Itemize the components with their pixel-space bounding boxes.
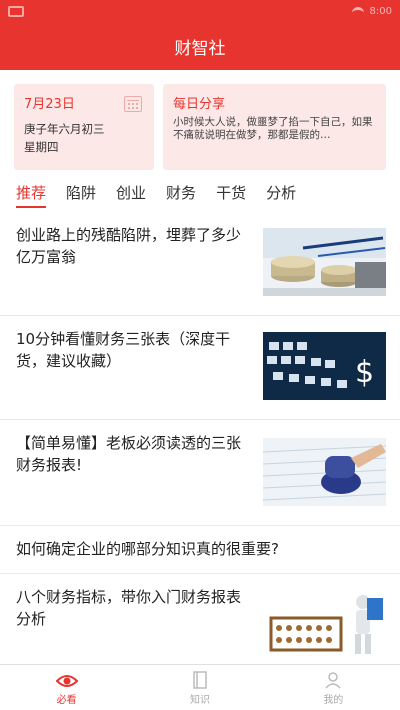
notification-icon bbox=[8, 5, 24, 17]
status-bar: 8:00 bbox=[0, 0, 400, 22]
tab-finance[interactable]: 财务 bbox=[166, 182, 196, 208]
lunar-date: 庚子年六月初三 bbox=[24, 122, 105, 136]
tab-traps[interactable]: 陷阱 bbox=[66, 182, 96, 208]
tab-startup[interactable]: 创业 bbox=[116, 182, 146, 208]
info-cards: 7月23日 庚子年六月初三 星期四 每日分享 小时候大人说，做噩梦了掐一下自己，… bbox=[14, 84, 386, 170]
wifi-icon bbox=[351, 6, 364, 16]
date-card[interactable]: 7月23日 庚子年六月初三 星期四 bbox=[14, 84, 154, 170]
nav-label: 知识 bbox=[189, 695, 210, 706]
status-right: 8:00 bbox=[351, 5, 392, 17]
article-image-dollar: $ bbox=[263, 332, 386, 400]
calendar-icon bbox=[124, 96, 142, 112]
article-image-stamp bbox=[263, 438, 386, 506]
user-icon bbox=[325, 672, 341, 689]
list-item[interactable]: 【简单易懂】老板必须读透的三张财务报表! bbox=[0, 420, 400, 526]
nav-profile[interactable]: 我的 bbox=[267, 665, 400, 710]
article-title: 创业路上的残酷陷阱，埋葬了多少亿万富翁 bbox=[16, 226, 242, 266]
nav-label: 必看 bbox=[56, 695, 77, 706]
category-tabs: 推荐 陷阱 创业 财务 干货 分析 bbox=[16, 182, 316, 208]
article-image-coins bbox=[263, 228, 386, 296]
article-title: 【简单易懂】老板必须读透的三张财务报表! bbox=[16, 434, 242, 474]
weekday: 星期四 bbox=[24, 140, 59, 154]
tab-recommend[interactable]: 推荐 bbox=[16, 182, 47, 208]
svg-text:$: $ bbox=[355, 355, 374, 390]
page-title: 财智社 bbox=[174, 38, 226, 59]
list-item[interactable]: 如何确定企业的哪部分知识真的很重要? bbox=[0, 526, 400, 574]
status-time: 8:00 bbox=[369, 5, 392, 17]
share-title: 每日分享 bbox=[173, 97, 226, 112]
tab-tips[interactable]: 干货 bbox=[216, 182, 246, 208]
list-item[interactable]: 创业路上的残酷陷阱，埋葬了多少亿万富翁 bbox=[0, 212, 400, 316]
list-item[interactable]: 八个财务指标，带你入门财务报表分析 bbox=[0, 574, 400, 664]
article-image-abacus bbox=[263, 590, 386, 658]
nav-label: 我的 bbox=[323, 695, 344, 706]
list-item[interactable]: 10分钟看懂财务三张表（深度干货，建议收藏） $ bbox=[0, 316, 400, 420]
nav-knowledge[interactable]: 知识 bbox=[133, 665, 266, 710]
article-title: 如何确定企业的哪部分知识真的很重要? bbox=[16, 540, 279, 558]
nav-must-see[interactable]: 必看 bbox=[0, 665, 133, 710]
tab-analysis[interactable]: 分析 bbox=[266, 182, 296, 208]
book-icon bbox=[193, 671, 207, 689]
title-bar: 财智社 bbox=[0, 22, 400, 70]
article-title: 八个财务指标，带你入门财务报表分析 bbox=[16, 588, 242, 628]
article-title: 10分钟看懂财务三张表（深度干货，建议收藏） bbox=[16, 330, 231, 370]
share-text: 小时候大人说，做噩梦了掐一下自己，如果不痛就说明在做梦，那都是假的… bbox=[173, 116, 373, 141]
bottom-nav: 必看 知识 我的 bbox=[0, 664, 400, 710]
eye-icon bbox=[55, 675, 78, 687]
daily-share-card[interactable]: 每日分享 小时候大人说，做噩梦了掐一下自己，如果不痛就说明在做梦，那都是假的… bbox=[163, 84, 386, 170]
